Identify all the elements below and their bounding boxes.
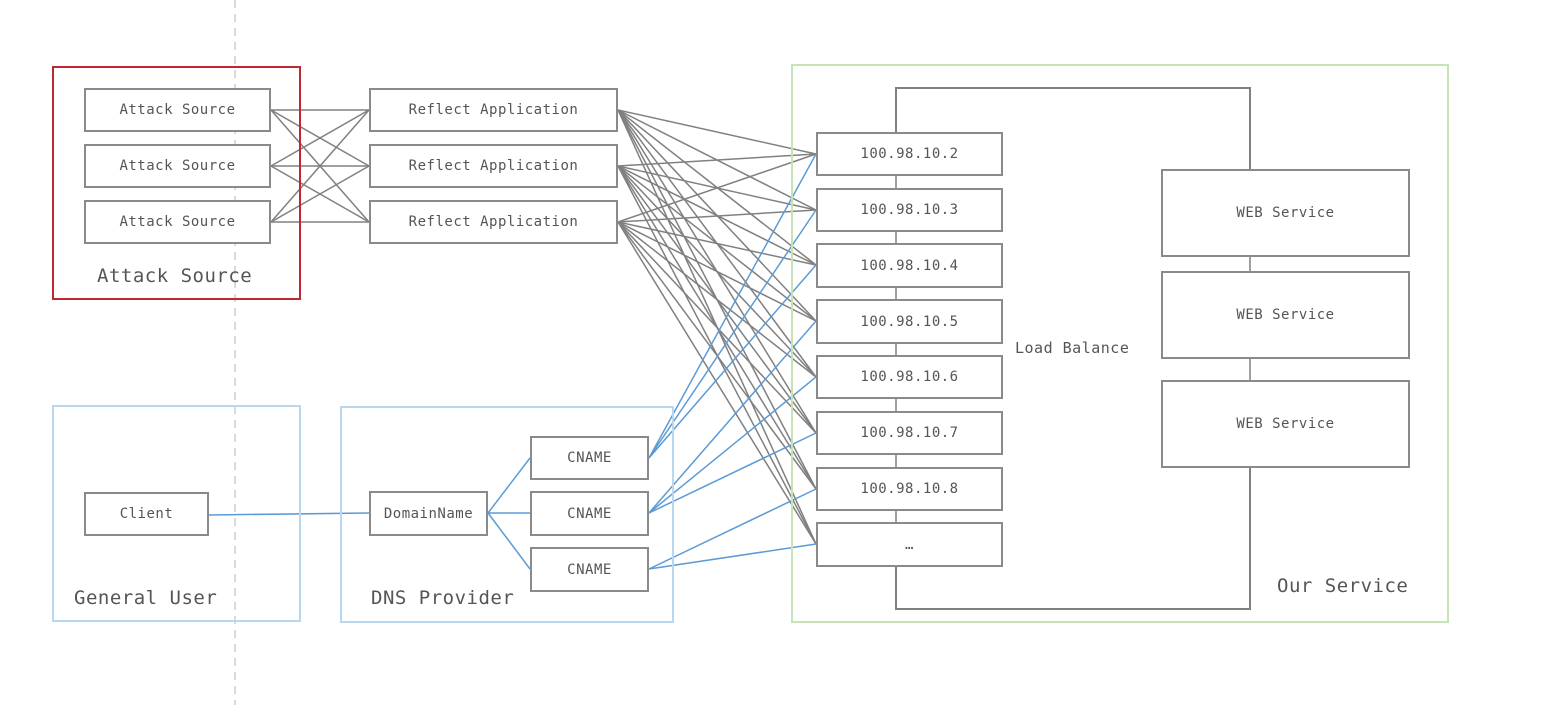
web-service-node[interactable]: WEB Service xyxy=(1161,169,1410,257)
our-service-group-label: Our Service xyxy=(1277,575,1409,597)
reflect-application-node[interactable]: Reflect Application xyxy=(369,200,618,244)
client-node[interactable]: Client xyxy=(84,492,209,536)
web-service-node[interactable]: WEB Service xyxy=(1161,380,1410,468)
reflect-application-node[interactable]: Reflect Application xyxy=(369,88,618,132)
domain-name-node[interactable]: DomainName xyxy=(369,491,488,536)
cname-node[interactable]: CNAME xyxy=(530,547,649,592)
ip-node[interactable]: 100.98.10.6 xyxy=(816,355,1003,399)
general-user-group-label: General User xyxy=(74,587,218,609)
ip-node[interactable]: 100.98.10.5 xyxy=(816,299,1003,344)
ip-node[interactable]: 100.98.10.8 xyxy=(816,467,1003,511)
web-service-node[interactable]: WEB Service xyxy=(1161,271,1410,359)
attack-source-node[interactable]: Attack Source xyxy=(84,144,271,188)
ip-node[interactable]: 100.98.10.7 xyxy=(816,411,1003,455)
reflect-link xyxy=(617,109,817,155)
attack-source-node[interactable]: Attack Source xyxy=(84,200,271,244)
load-balance-label: Load Balance xyxy=(1015,339,1130,357)
cname-node[interactable]: CNAME xyxy=(530,491,649,536)
reflect-link xyxy=(617,221,817,266)
cname-node[interactable]: CNAME xyxy=(530,436,649,480)
ip-node[interactable]: 100.98.10.4 xyxy=(816,243,1003,288)
reflect-application-node[interactable]: Reflect Application xyxy=(369,144,618,188)
dns-provider-group-label: DNS Provider xyxy=(371,587,515,609)
ip-node[interactable]: 100.98.10.3 xyxy=(816,188,1003,232)
ip-node[interactable]: 100.98.10.2 xyxy=(816,132,1003,176)
ip-node[interactable]: … xyxy=(816,522,1003,567)
attack-source-node[interactable]: Attack Source xyxy=(84,88,271,132)
attack-source-group-label: Attack Source xyxy=(97,265,253,287)
